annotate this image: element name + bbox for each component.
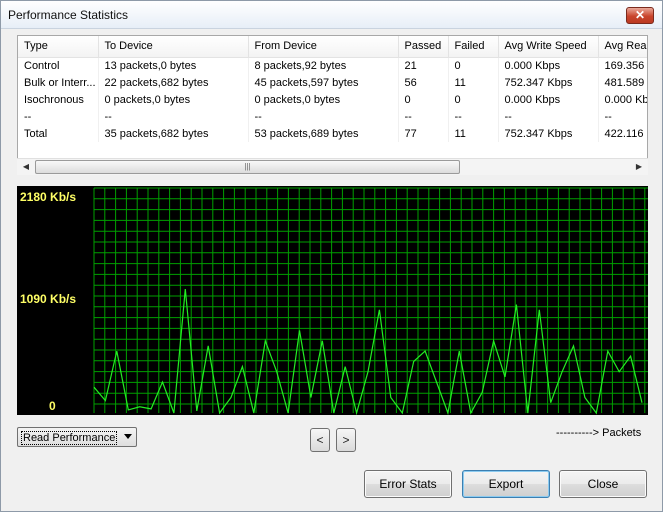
- cell-type: Total: [18, 125, 99, 142]
- cell-from-device: --: [248, 108, 399, 125]
- statistics-table-panel: Type To Device From Device Passed Failed…: [17, 35, 648, 175]
- packets-axis-legend: ----------> Packets: [556, 427, 642, 439]
- performance-graph: 2180 Kb/s 1090 Kb/s 0: [17, 186, 648, 415]
- column-header-avg-write-speed[interactable]: Avg Write Speed: [498, 36, 599, 58]
- performance-statistics-window: Performance Statistics ✕ Type To Device …: [0, 0, 663, 512]
- cell-passed: 77: [398, 125, 449, 142]
- cell-from-device: 0 packets,0 bytes: [248, 91, 399, 108]
- cell-to-device: 22 packets,682 bytes: [98, 74, 249, 91]
- cell-avg-write-speed: 752.347 Kbps: [498, 125, 599, 142]
- cell-avg-write-speed: 0.000 Kbps: [498, 57, 599, 74]
- cell-type: Isochronous: [18, 91, 99, 108]
- table-row[interactable]: -- -- -- -- -- -- --: [18, 108, 647, 125]
- graph-mode-selected-value: Read Performance: [21, 431, 118, 445]
- cell-failed: 0: [448, 91, 499, 108]
- column-header-to-device[interactable]: To Device: [98, 36, 249, 58]
- close-icon[interactable]: ✕: [626, 7, 654, 24]
- cell-avg-write-speed: 752.347 Kbps: [498, 74, 599, 91]
- chevron-down-icon[interactable]: [124, 434, 132, 439]
- cell-passed: 21: [398, 57, 449, 74]
- cell-from-device: 8 packets,92 bytes: [248, 57, 399, 74]
- throughput-series-line: [93, 289, 643, 415]
- cell-avg-write-speed: 0.000 Kbps: [498, 91, 599, 108]
- column-header-failed[interactable]: Failed: [448, 36, 499, 58]
- cell-avg-write-speed: --: [498, 108, 599, 125]
- cell-avg-read-speed: 481.589 Kbps: [598, 74, 647, 91]
- column-header-passed[interactable]: Passed: [398, 36, 449, 58]
- cell-avg-read-speed: 422.116 Kbps: [598, 125, 647, 142]
- export-button[interactable]: Export: [462, 470, 550, 498]
- error-stats-button[interactable]: Error Stats: [364, 470, 452, 498]
- scroll-right-icon[interactable]: ▶: [632, 161, 646, 173]
- close-button[interactable]: Close: [559, 470, 647, 498]
- cell-passed: --: [398, 108, 449, 125]
- graph-plot: [93, 187, 648, 415]
- cell-type: Bulk or Interr...: [18, 74, 99, 91]
- table-row[interactable]: Control 13 packets,0 bytes 8 packets,92 …: [18, 57, 647, 74]
- next-button[interactable]: >: [336, 428, 356, 452]
- cell-from-device: 53 packets,689 bytes: [248, 125, 399, 142]
- cell-failed: --: [448, 108, 499, 125]
- column-header-avg-read-speed[interactable]: Avg Read Speed: [598, 36, 647, 58]
- cell-failed: 0: [448, 57, 499, 74]
- scrollbar-thumb[interactable]: |||: [35, 160, 460, 174]
- table-row[interactable]: Bulk or Interr... 22 packets,682 bytes 4…: [18, 74, 647, 91]
- cell-avg-read-speed: 0.000 Kbps: [598, 91, 647, 108]
- cell-passed: 0: [398, 91, 449, 108]
- cell-to-device: 0 packets,0 bytes: [98, 91, 249, 108]
- horizontal-scrollbar[interactable]: ◀ ||| ▶: [17, 158, 648, 175]
- cell-to-device: 35 packets,682 bytes: [98, 125, 249, 142]
- cell-failed: 11: [448, 125, 499, 142]
- table-row[interactable]: Isochronous 0 packets,0 bytes 0 packets,…: [18, 91, 647, 108]
- cell-avg-read-speed: --: [598, 108, 647, 125]
- cell-passed: 56: [398, 74, 449, 91]
- statistics-table: Type To Device From Device Passed Failed…: [18, 36, 647, 142]
- cell-type: --: [18, 108, 99, 125]
- scroll-left-icon[interactable]: ◀: [19, 161, 33, 173]
- window-title: Performance Statistics: [8, 8, 129, 22]
- cell-to-device: 13 packets,0 bytes: [98, 57, 249, 74]
- cell-to-device: --: [98, 108, 249, 125]
- cell-avg-read-speed: 169.356 Kbps: [598, 57, 647, 74]
- column-header-type[interactable]: Type: [18, 36, 99, 58]
- table-header-row: Type To Device From Device Passed Failed…: [18, 36, 647, 58]
- previous-button[interactable]: <: [310, 428, 330, 452]
- title-bar: Performance Statistics ✕: [1, 1, 662, 29]
- column-header-from-device[interactable]: From Device: [248, 36, 399, 58]
- table-row[interactable]: Total 35 packets,682 bytes 53 packets,68…: [18, 125, 647, 142]
- cell-failed: 11: [448, 74, 499, 91]
- graph-mode-select[interactable]: Read Performance: [17, 427, 137, 447]
- cell-from-device: 45 packets,597 bytes: [248, 74, 399, 91]
- cell-type: Control: [18, 57, 99, 74]
